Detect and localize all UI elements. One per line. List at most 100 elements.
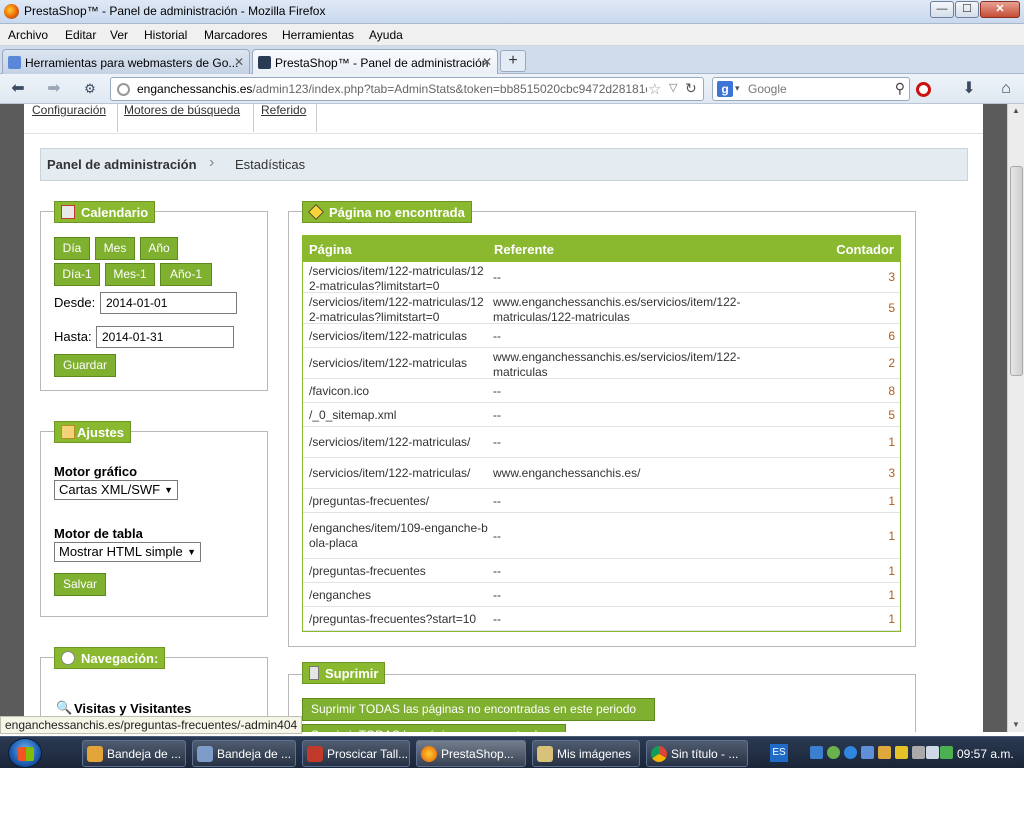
scroll-up-icon[interactable]: ▲ [1012,106,1020,115]
page-info-icon[interactable]: ⚙ [80,79,100,99]
tray-sync-icon[interactable] [844,746,857,759]
tab-close-icon[interactable]: ✕ [234,55,244,69]
cell-referrer: -- [493,435,501,449]
from-date-input[interactable]: 2014-01-01 [100,292,237,314]
page-margin-right [983,104,1007,732]
graph-engine-label: Motor gráfico [54,464,138,479]
cell-counter: 5 [888,408,895,422]
breadcrumb-home[interactable]: Panel de administración [47,157,197,172]
to-label: Hasta: [54,329,92,344]
home-button[interactable]: ⌂ [996,79,1016,99]
url-text[interactable]: enganchessanchis.es/admin123/index.php?t… [137,82,647,96]
search-box[interactable]: g ▾ Google ⚲ [712,77,910,101]
taskbar-item-images[interactable]: Mis imágenes [532,740,640,767]
tab-close-icon[interactable]: ✕ [482,55,492,69]
forward-button[interactable]: ➡ [44,79,64,99]
addon-record-icon[interactable] [916,82,931,97]
save-settings-button[interactable]: Salvar [54,573,106,596]
subnav-motores[interactable]: Motores de búsqueda [124,104,240,117]
nav-visits-link[interactable]: Visitas y Visitantes [74,701,191,716]
task-label: Bandeja de ... [217,747,292,761]
taskbar-item-firefox[interactable]: PrestaShop... [416,740,526,767]
task-label: Sin título - ... [671,747,739,761]
day-button[interactable]: Día [54,237,90,260]
bookmark-star-icon[interactable]: ☆ [648,80,661,98]
engine-dropdown-icon[interactable]: ▾ [735,83,740,94]
table-row: /servicios/item/122-matriculas/122-matri… [303,262,900,293]
menu-ayuda[interactable]: Ayuda [369,28,403,42]
vertical-scrollbar[interactable]: ▲ ▼ [1007,104,1024,732]
delete-all-period-button[interactable]: Suprimir TODAS las páginas no encontrada… [302,698,655,721]
table-row: /preguntas-frecuentes/ -- 1 [303,489,900,513]
cell-counter: 5 [888,301,895,315]
graph-engine-select[interactable]: Cartas XML/SWF ▼ [54,480,178,500]
search-icon[interactable]: ⚲ [895,80,905,97]
url-history-dropdown-icon[interactable]: ▽ [669,81,677,94]
menu-archivo[interactable]: Archivo [8,28,48,42]
subnav-configuracion[interactable]: Configuración [32,104,106,117]
delete-legend: Suprimir [302,662,386,684]
year-button[interactable]: Año [140,237,178,260]
navigation-icon [61,651,75,665]
cell-counter: 6 [888,329,895,343]
tray-display-icon[interactable] [861,746,874,759]
cell-page: /preguntas-frecuentes/ [309,494,430,508]
cell-referrer: www.enganchessanchis.es/servicios/item/1… [493,350,741,379]
table-engine-select[interactable]: Mostrar HTML simple ▼ [54,542,201,562]
tray-network-icon[interactable] [810,746,823,759]
tray-shield-icon[interactable] [895,746,908,759]
subnav-referido[interactable]: Referido [261,104,306,117]
google-engine-icon[interactable]: g [717,81,733,97]
column-header-referrer: Referente [494,242,554,257]
previous-month-button[interactable]: Mes-1 [105,263,155,286]
to-date-input[interactable]: 2014-01-31 [96,326,234,348]
taskbar-item-mail-2[interactable]: Bandeja de ... [192,740,296,767]
menu-herramientas[interactable]: Herramientas [282,28,354,42]
new-tab-button[interactable]: + [500,50,526,72]
tray-flag-icon[interactable] [912,746,925,759]
volume-icon[interactable] [926,746,939,759]
menu-marcadores[interactable]: Marcadores [204,28,267,42]
tray-mail-icon[interactable] [878,746,891,759]
back-button[interactable]: ⬅ [8,79,28,99]
reload-button[interactable]: ↻ [685,80,697,97]
taskbar-item-mail-1[interactable]: Bandeja de ... [82,740,186,767]
previous-year-button[interactable]: Año-1 [160,263,212,286]
notfound-table: Página Referente Contador /servicios/ite… [302,235,901,632]
tab-webmaster-tools[interactable]: Herramientas para webmasters de Go... ✕ [2,49,250,74]
clock[interactable]: 09:57 a.m. [957,747,1014,761]
tray-app-icon[interactable] [827,746,840,759]
status-bar: enganchessanchis.es/preguntas-frecuentes… [0,716,303,734]
task-label: PrestaShop... [441,747,514,761]
taskbar-item-untitled[interactable]: Sin título - ... [646,740,748,767]
cell-counter: 1 [888,529,895,543]
cell-counter: 1 [888,494,895,508]
taskbar-item-proscicar[interactable]: Proscicar Tall... [302,740,410,767]
site-identity-icon[interactable] [117,83,130,96]
downloads-button[interactable]: ⬇ [959,79,979,99]
scroll-down-icon[interactable]: ▼ [1012,720,1020,729]
close-window-button[interactable]: ✕ [980,1,1020,18]
minimize-button[interactable]: — [930,1,954,18]
save-dates-button[interactable]: Guardar [54,354,116,377]
windows-taskbar: Bandeja de ... Bandeja de ... Proscicar … [0,736,1024,768]
chevron-down-icon: ▼ [187,547,196,557]
url-bar[interactable]: enganchessanchis.es/admin123/index.php?t… [110,77,704,101]
cell-counter: 3 [888,270,895,284]
month-button[interactable]: Mes [95,237,135,260]
maximize-button[interactable]: ☐ [955,1,979,18]
cell-referrer: www.enganchessanchis.es/servicios/item/1… [493,295,741,324]
cell-page: /preguntas-frecuentes [309,564,426,578]
scrollbar-thumb[interactable] [1010,166,1023,376]
table-row: /preguntas-frecuentes -- 1 [303,559,900,583]
power-icon[interactable] [940,746,953,759]
tab-prestashop[interactable]: PrestaShop™ - Panel de administración ✕ [252,49,498,75]
cell-referrer: -- [493,529,501,543]
menu-historial[interactable]: Historial [144,28,187,42]
language-indicator[interactable]: ES [770,744,788,762]
previous-day-button[interactable]: Día-1 [54,263,100,286]
delete-all-button[interactable]: Suprimir TODAS las páginas no encontrada… [302,724,566,732]
menu-editar[interactable]: Editar [65,28,96,42]
start-button[interactable] [8,738,42,768]
menu-ver[interactable]: Ver [110,28,128,42]
